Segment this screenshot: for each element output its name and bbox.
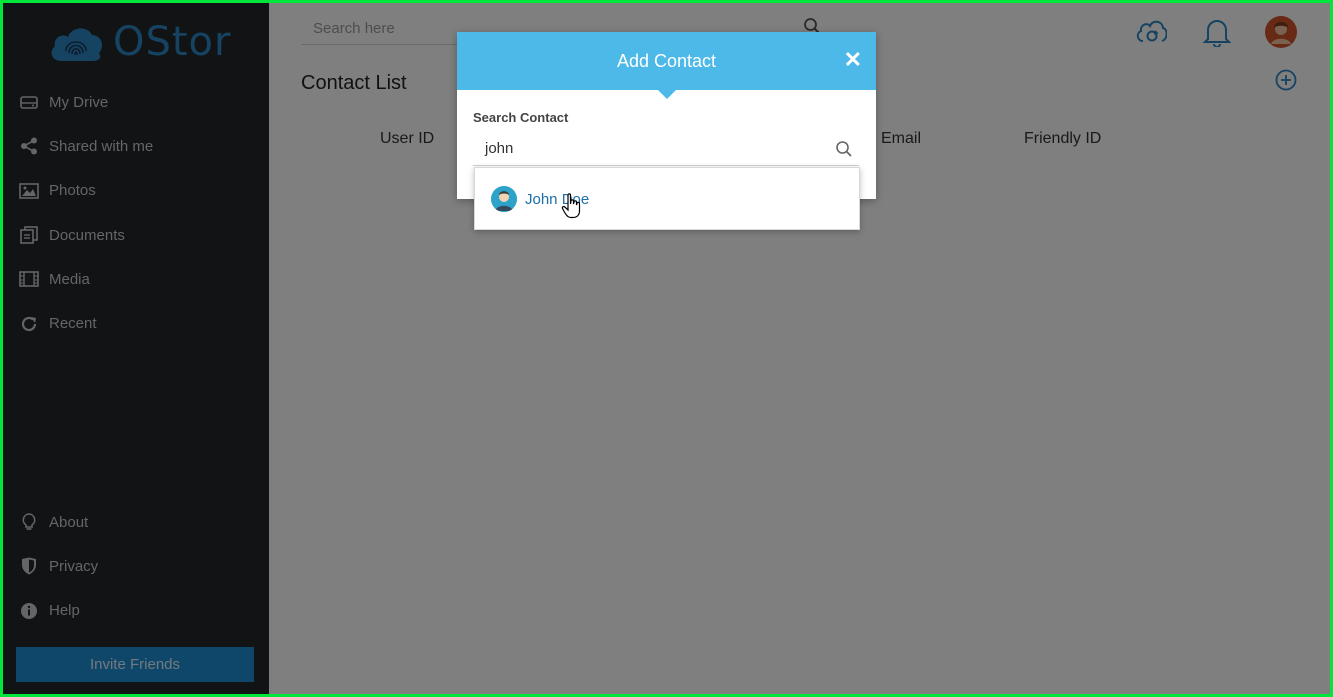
contact-avatar bbox=[491, 186, 517, 212]
search-contact-input[interactable]: john bbox=[473, 132, 859, 166]
modal-title: Add Contact bbox=[616, 50, 717, 71]
search-contact-value: john bbox=[485, 140, 514, 157]
modal-header-pointer bbox=[657, 89, 677, 99]
search-contact-label: Search Contact bbox=[473, 110, 569, 125]
close-icon[interactable]: ✕ bbox=[844, 47, 862, 73]
search-icon[interactable] bbox=[835, 140, 853, 163]
hand-cursor-icon bbox=[561, 193, 583, 224]
modal-header: Add Contact bbox=[457, 32, 876, 90]
app-frame: OStor My Drive Shared with me Photos bbox=[3, 3, 1330, 694]
contact-search-results: John Doe bbox=[474, 167, 860, 230]
